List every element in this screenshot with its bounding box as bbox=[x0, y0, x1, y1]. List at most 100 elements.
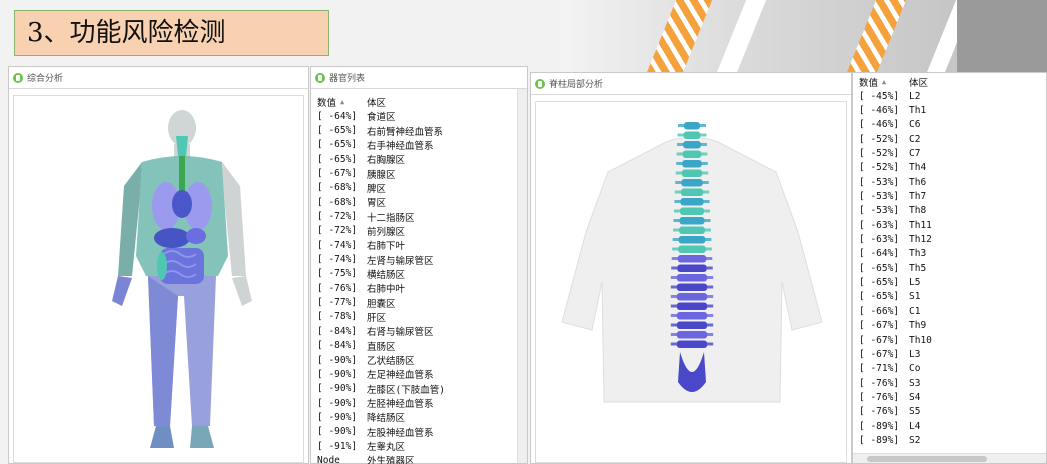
col-region-header[interactable]: 体区 bbox=[367, 95, 517, 109]
row-value: [ -53%] bbox=[859, 176, 900, 188]
table-row[interactable]: [ -66%] C1 bbox=[859, 304, 1039, 318]
row-region: L5 bbox=[909, 277, 921, 289]
table-row[interactable]: [ -68%] 脾区 bbox=[317, 181, 517, 195]
row-region: 左睾丸区 bbox=[367, 442, 406, 454]
row-region: Th8 bbox=[909, 205, 927, 217]
table-row[interactable]: [ -90%] 乙状结肠区 bbox=[317, 353, 517, 368]
table-row[interactable]: [ -67%] 胰腺区 bbox=[317, 166, 517, 181]
row-region: 左足神经血管系 bbox=[367, 370, 434, 382]
row-region: 右肺中叶 bbox=[367, 284, 406, 296]
table-row[interactable]: [ -67%] Th10 bbox=[859, 333, 1039, 347]
app-icon bbox=[13, 72, 23, 83]
col-value-header[interactable]: 数值 ▲ bbox=[859, 75, 909, 89]
table-row[interactable]: [ -53%] Th8 bbox=[859, 204, 1039, 218]
organ-list-title: 器官列表 bbox=[329, 74, 366, 84]
table-row[interactable]: [ -90%] 左膝区(下肢血管) bbox=[317, 382, 517, 396]
table-row[interactable]: [ -77%] 胆囊区 bbox=[317, 295, 517, 310]
table-row[interactable]: [ -74%] 左肾与输尿管区 bbox=[317, 252, 517, 267]
row-value: [ -67%] bbox=[859, 320, 900, 332]
vertebra-process bbox=[676, 152, 708, 156]
table-row[interactable]: [ -46%] C6 bbox=[859, 118, 1039, 132]
table-row[interactable]: [ -63%] Th11 bbox=[859, 218, 1039, 232]
table-row[interactable]: [ -52%] Th4 bbox=[859, 161, 1039, 175]
table-row[interactable]: [ -65%] 右手神经血管系 bbox=[317, 138, 517, 152]
col-region-header[interactable]: 体区 bbox=[909, 75, 1039, 89]
row-region: 脾区 bbox=[367, 183, 387, 195]
table-row[interactable]: [ -75%] 横结肠区 bbox=[317, 267, 517, 281]
row-region: S5 bbox=[909, 406, 921, 418]
table-row[interactable]: [ -65%] 右胸腺区 bbox=[317, 152, 517, 167]
table-row[interactable]: [ -68%] 胃区 bbox=[317, 195, 517, 210]
table-row[interactable]: [ -64%] Th3 bbox=[859, 247, 1039, 261]
table-row[interactable]: [ -89%] L4 bbox=[859, 419, 1039, 433]
table-row[interactable]: [ -46%] Th1 bbox=[859, 103, 1039, 117]
row-region: 左胫神经血管系 bbox=[367, 399, 434, 411]
table-row[interactable]: [ -90%] 左足神经血管系 bbox=[317, 367, 517, 382]
row-value: [ -52%] bbox=[859, 162, 900, 174]
table-row[interactable]: [ -76%] 右肺中叶 bbox=[317, 281, 517, 296]
orange-stripe bbox=[835, 0, 915, 72]
row-region: 右肺下叶 bbox=[367, 241, 406, 253]
row-region: C6 bbox=[909, 119, 921, 131]
organ-list-scrollbar[interactable] bbox=[517, 89, 527, 463]
slide-title: 3、功能风险检测 bbox=[14, 10, 329, 56]
table-row[interactable]: [ -90%] 左股神经血管系 bbox=[317, 425, 517, 439]
vertebra-process bbox=[670, 285, 714, 289]
vertebra-process bbox=[673, 228, 711, 232]
human-body-model[interactable] bbox=[14, 96, 305, 464]
table-row[interactable]: [ -45%] L2 bbox=[859, 89, 1039, 103]
table-row[interactable]: [ -65%] 右前臂神经血管系 bbox=[317, 123, 517, 138]
row-value: [ -67%] bbox=[317, 168, 358, 180]
table-row[interactable]: [ -67%] L3 bbox=[859, 347, 1039, 361]
vertebra-process bbox=[673, 219, 711, 222]
table-row[interactable]: [ -84%] 直肠区 bbox=[317, 339, 517, 353]
spine-model[interactable] bbox=[536, 102, 848, 464]
row-region: Th12 bbox=[909, 234, 932, 246]
row-region: 右胸腺区 bbox=[367, 155, 406, 167]
table-row[interactable]: [ -64%] 食道区 bbox=[317, 109, 517, 124]
table-row[interactable]: [ -71%] Co bbox=[859, 362, 1039, 376]
table-row[interactable]: [ -65%] L5 bbox=[859, 275, 1039, 289]
row-region: Th11 bbox=[909, 219, 932, 231]
row-value: [ -90%] bbox=[317, 354, 358, 366]
row-value: [ -46%] bbox=[859, 105, 900, 117]
table-row[interactable]: [ -53%] Th7 bbox=[859, 189, 1039, 203]
sort-up-icon: ▲ bbox=[882, 78, 887, 86]
body-model-viewport[interactable] bbox=[13, 95, 304, 463]
row-region: 右肾与输尿管区 bbox=[367, 327, 434, 339]
table-row[interactable]: [ -72%] 前列腺区 bbox=[317, 224, 517, 238]
spine-list-hscrollbar[interactable] bbox=[853, 453, 1046, 463]
row-region: Th7 bbox=[909, 191, 927, 203]
row-region: 前列腺区 bbox=[367, 226, 406, 238]
table-row[interactable]: [ -52%] C7 bbox=[859, 146, 1039, 160]
row-value: [ -89%] bbox=[859, 420, 900, 432]
row-region: 直肠区 bbox=[367, 341, 396, 353]
table-row[interactable]: [ -52%] C2 bbox=[859, 132, 1039, 146]
table-row[interactable]: [ -67%] Th9 bbox=[859, 319, 1039, 333]
table-row[interactable]: Node 外生殖器区 bbox=[317, 453, 517, 464]
table-row[interactable]: [ -89%] S2 bbox=[859, 433, 1039, 447]
row-region: C7 bbox=[909, 148, 921, 160]
table-row[interactable]: [ -72%] 十二指肠区 bbox=[317, 209, 517, 224]
table-row[interactable]: [ -65%] Th5 bbox=[859, 261, 1039, 275]
row-region: 右手神经血管系 bbox=[367, 140, 434, 152]
table-row[interactable]: [ -74%] 右肺下叶 bbox=[317, 238, 517, 253]
spine-model-viewport[interactable] bbox=[535, 101, 847, 463]
table-row[interactable]: [ -65%] S1 bbox=[859, 290, 1039, 304]
table-row[interactable]: [ -63%] Th12 bbox=[859, 232, 1039, 246]
sort-up-icon: ▲ bbox=[340, 98, 345, 106]
vertebra-process bbox=[678, 124, 706, 127]
table-row[interactable]: [ -76%] S5 bbox=[859, 405, 1039, 419]
col-value-header[interactable]: 数值 ▲ bbox=[317, 95, 367, 109]
table-row[interactable]: [ -91%] 左睾丸区 bbox=[317, 439, 517, 454]
scrollbar-thumb[interactable] bbox=[867, 456, 987, 462]
table-row[interactable]: [ -76%] S3 bbox=[859, 376, 1039, 390]
row-region: Th1 bbox=[909, 105, 927, 117]
table-row[interactable]: [ -84%] 右肾与输尿管区 bbox=[317, 324, 517, 339]
table-row[interactable]: [ -78%] 肝区 bbox=[317, 310, 517, 324]
vertebra-process bbox=[670, 276, 714, 279]
table-row[interactable]: [ -76%] S4 bbox=[859, 390, 1039, 404]
table-row[interactable]: [ -90%] 左胫神经血管系 bbox=[317, 396, 517, 411]
table-row[interactable]: [ -53%] Th6 bbox=[859, 175, 1039, 189]
table-row[interactable]: [ -90%] 降结肠区 bbox=[317, 410, 517, 425]
